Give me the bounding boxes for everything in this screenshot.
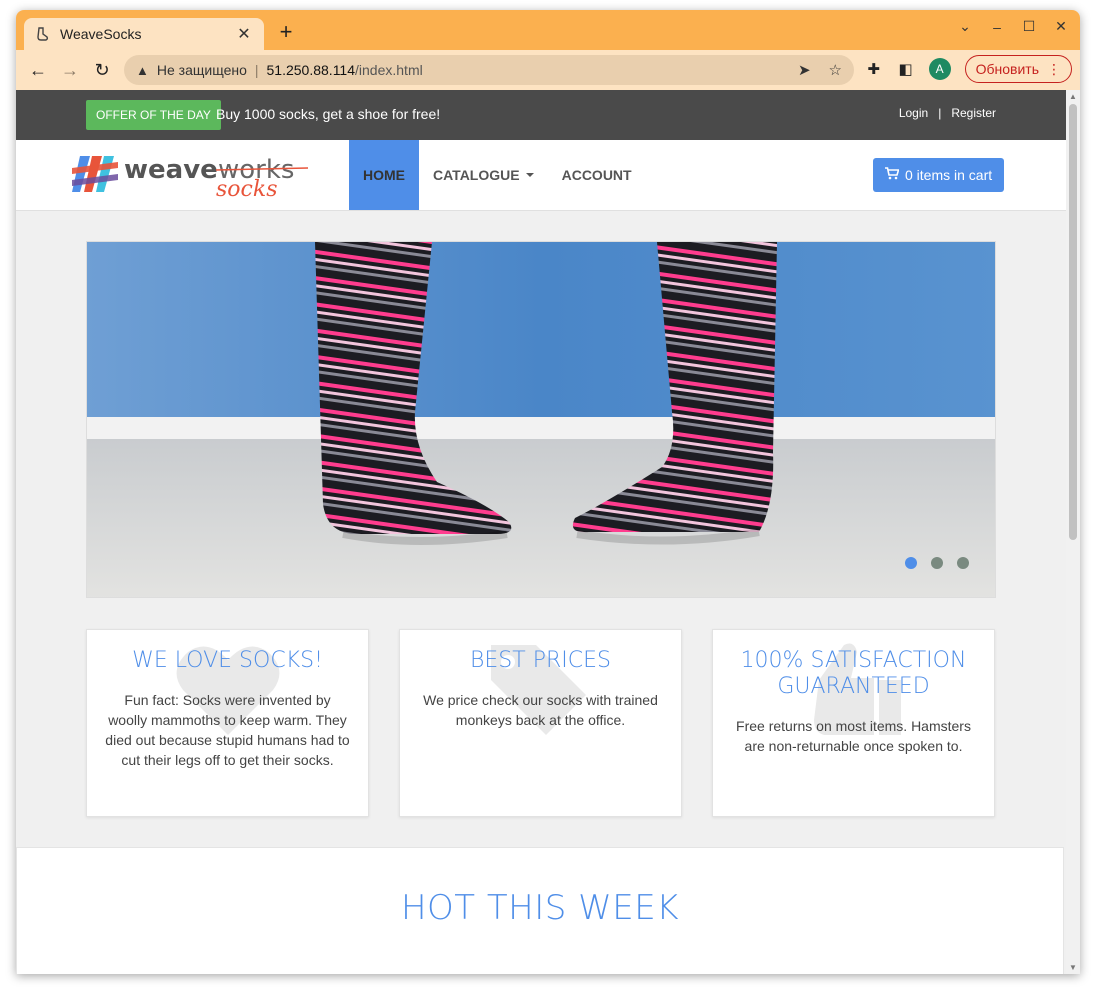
logo-word-socks: socks [216,177,277,200]
scroll-down-icon[interactable]: ▼ [1069,963,1077,972]
tab-search-icon[interactable]: ⌄ [956,18,974,35]
forward-arrow-icon[interactable]: → [56,56,84,84]
feature-text: We price check our socks with trained mo… [423,692,658,728]
side-panel-icon[interactable]: ◧ [897,60,915,78]
hot-this-week-section: HOT THIS WEEK [16,847,1064,974]
carousel-dot-2[interactable] [931,557,943,569]
profile-avatar[interactable]: A [928,58,951,80]
new-tab-button[interactable]: + [274,20,298,44]
maximize-icon[interactable]: ☐ [1020,18,1038,35]
offer-badge[interactable]: OFFER OF THE DAY [86,100,221,130]
send-icon[interactable]: ➤ [798,61,811,79]
nav-catalogue[interactable]: CATALOGUE [419,140,548,210]
feature-title: BEST PRICES [470,648,611,673]
caret-down-icon [525,173,534,177]
tab-title: WeaveSocks [60,26,142,42]
window-close-icon[interactable]: ✕ [1052,18,1070,35]
nav-catalogue-label: CATALOGUE [433,167,520,183]
update-button[interactable]: Обновить ⋮ [964,55,1072,83]
page-viewport: OFFER OF THE DAY Buy 1000 socks, get a s… [16,90,1066,974]
tab-strip: WeaveSocks ✕ + ⌄ – ☐ ✕ [16,10,1080,50]
update-label: Обновить [975,61,1039,77]
feature-box: WE LOVE SOCKS! Fun fact: Socks were inve… [86,629,369,817]
carousel-indicators [905,557,969,569]
feature-title: 100% SATISFACTION GUARANTEED [740,648,967,699]
auth-links: Login | Register [899,106,996,120]
url-path: /index.html [355,62,423,78]
feature-text: Free returns on most items. Hamsters are… [736,718,971,754]
nav-account[interactable]: ACCOUNT [548,140,646,210]
bookmark-star-icon[interactable]: ☆ [829,61,842,79]
toolbar-right: ✚ ◧ A Обновить ⋮ [865,55,1072,83]
nav-home[interactable]: HOME [349,140,419,210]
minimize-icon[interactable]: – [988,19,1006,35]
feature-title: WE LOVE SOCKS! [132,648,323,673]
feature-boxes: WE LOVE SOCKS! Fun fact: Socks were inve… [86,629,996,817]
shopping-cart-icon [885,167,900,183]
nav-menu: HOME CATALOGUE ACCOUNT [349,140,646,210]
offer-topbar: OFFER OF THE DAY Buy 1000 socks, get a s… [16,90,1066,140]
auth-separator: | [938,106,942,120]
weaveworks-socks-logo[interactable]: weave works socks [70,150,310,202]
warning-icon[interactable]: ▲ [136,63,149,78]
url-separator: | [254,62,259,78]
page-scrollbar[interactable]: ▲ ▼ [1066,90,1080,974]
logo-word-weave: weave [124,155,218,185]
login-link[interactable]: Login [899,106,928,120]
scroll-up-icon[interactable]: ▲ [1069,92,1077,101]
reload-icon[interactable]: ↻ [88,56,116,84]
extensions-puzzle-icon[interactable]: ✚ [865,60,883,78]
register-link[interactable]: Register [951,106,996,120]
carousel-dot-1[interactable] [905,557,917,569]
address-bar[interactable]: ▲ Не защищено | 51.250.88.114/index.html… [124,55,854,85]
url-host: 51.250.88.114 [266,62,356,78]
feature-box: 100% SATISFACTION GUARANTEED Free return… [712,629,995,817]
main-navbar: weave works socks HOME CATALOGUE ACCOUNT… [16,140,1066,211]
browser-toolbar: ← → ↻ ▲ Не защищено | 51.250.88.114/inde… [16,50,1080,90]
more-menu-icon: ⋮ [1047,60,1061,77]
hero-carousel[interactable] [86,241,996,598]
sock-favicon-icon [34,26,50,42]
scrollbar-thumb[interactable] [1069,104,1077,540]
browser-tab[interactable]: WeaveSocks ✕ [24,18,264,50]
window-controls: ⌄ – ☐ ✕ [956,18,1070,35]
browser-window: WeaveSocks ✕ + ⌄ – ☐ ✕ ← → ↻ ▲ Не защище… [16,10,1080,974]
hero-socks-image [87,242,995,597]
section-heading: HOT THIS WEEK [400,888,680,928]
tab-close-icon[interactable]: ✕ [234,24,254,44]
carousel-dot-3[interactable] [957,557,969,569]
offer-text: Buy 1000 socks, get a shoe for free! [216,106,441,122]
cart-label: 0 items in cart [905,167,993,183]
back-arrow-icon[interactable]: ← [24,56,52,84]
feature-box: BEST PRICES We price check our socks wit… [399,629,682,817]
feature-text: Fun fact: Socks were invented by woolly … [105,692,350,768]
security-label: Не защищено [156,62,247,78]
cart-button[interactable]: 0 items in cart [873,158,1005,192]
